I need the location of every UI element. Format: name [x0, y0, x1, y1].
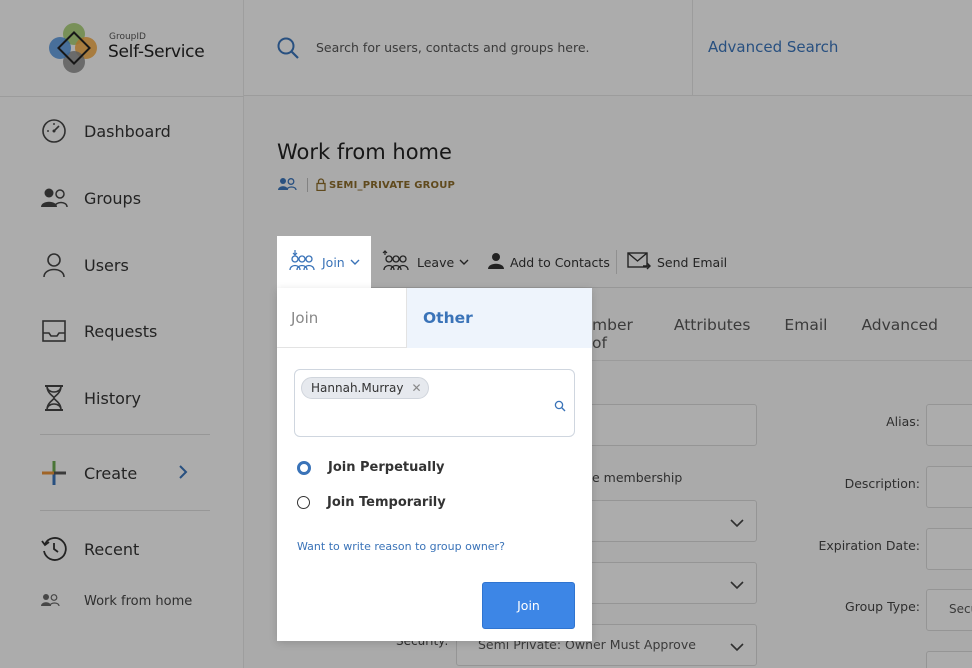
radio-selected[interactable]	[297, 460, 311, 475]
radio-join-temporarily[interactable]: Join Temporarily	[297, 495, 446, 510]
app-logo[interactable]: GroupID Self-Service	[46, 20, 216, 76]
page-title: Work from home	[277, 140, 452, 164]
remove-chip-icon[interactable]: ✕	[411, 381, 421, 395]
groups-icon	[40, 592, 60, 611]
sidebar-item-history[interactable]: History	[40, 383, 141, 413]
inbox-icon	[40, 317, 68, 345]
groups-icon	[277, 176, 297, 195]
extra-field[interactable]	[926, 651, 972, 668]
user-picker-input[interactable]: Hannah.Murray ✕	[294, 369, 575, 437]
alias-label: Alias:	[886, 414, 920, 429]
sidebar-create-label: Create	[84, 463, 138, 483]
recent-item[interactable]: Work from home	[40, 592, 192, 611]
search-icon[interactable]	[554, 397, 566, 416]
tab-attributes[interactable]: Attributes	[674, 316, 751, 352]
group-type-select[interactable]: Secu	[926, 589, 972, 631]
contact-icon	[487, 252, 505, 273]
group-type-label: Group Type:	[845, 599, 920, 614]
leave-group-icon	[381, 249, 411, 275]
sidebar-item-dashboard[interactable]: Dashboard	[40, 116, 171, 146]
popup-tabs: Join Other	[277, 288, 592, 348]
send-email-label: Send Email	[657, 254, 728, 270]
chevron-down-icon	[729, 638, 745, 657]
history-clock-icon	[40, 535, 68, 563]
tabs-underline	[592, 360, 972, 361]
user-chip: Hannah.Murray ✕	[301, 377, 429, 399]
join-label: Join	[322, 254, 345, 270]
header-divider	[692, 0, 693, 96]
join-submit-button[interactable]: Join	[482, 582, 575, 629]
chevron-down-icon	[349, 255, 361, 270]
sidebar-item-label: Groups	[84, 188, 142, 208]
groups-icon	[40, 184, 68, 212]
plus-icon	[40, 459, 68, 487]
global-search-input[interactable]	[316, 34, 676, 60]
tab-email[interactable]: Email	[784, 316, 827, 352]
tab-other[interactable]: Other	[407, 288, 592, 348]
meta-divider	[307, 178, 308, 192]
leave-label: Leave	[417, 254, 455, 270]
sidebar-top-divider	[0, 96, 244, 97]
sidebar-recent-label: Recent	[84, 539, 140, 559]
group-meta: SEMI_PRIVATE GROUP	[277, 176, 455, 194]
join-dropdown-button[interactable]: Join	[277, 236, 371, 288]
sidebar-item-users[interactable]: Users	[40, 250, 129, 280]
brand-small: GroupID	[109, 32, 146, 42]
radio-unselected[interactable]	[297, 496, 310, 509]
user-chip-label: Hannah.Murray	[311, 381, 404, 395]
sidebar: GroupID Self-Service Dashboard Groups Us…	[0, 0, 244, 668]
alias-field[interactable]	[926, 404, 972, 446]
advanced-search-link[interactable]: Advanced Search	[708, 38, 838, 56]
user-icon	[40, 251, 68, 279]
sidebar-item-requests[interactable]: Requests	[40, 316, 157, 346]
group-tabs: mber of Attributes Email Advanced	[592, 316, 972, 352]
write-reason-link[interactable]: Want to write reason to group owner?	[297, 540, 505, 553]
description-field[interactable]	[926, 466, 972, 508]
group-type-value: Secu	[949, 602, 972, 616]
sidebar-item-label: Requests	[84, 321, 158, 341]
hourglass-icon	[40, 384, 68, 412]
chevron-down-icon	[729, 514, 745, 533]
sidebar-item-label: Dashboard	[84, 121, 171, 141]
radio-join-perpetually[interactable]: Join Perpetually	[297, 460, 445, 475]
search-icon[interactable]	[276, 36, 300, 64]
dashboard-icon	[40, 117, 68, 145]
brand-name: Self-Service	[108, 42, 205, 62]
toolbar-divider	[616, 250, 617, 274]
sidebar-item-label: Users	[84, 255, 129, 275]
chevron-down-icon	[729, 576, 745, 595]
add-to-contacts-button[interactable]: Add to Contacts	[487, 236, 610, 288]
join-popup: Join Other Hannah.Murray ✕ Join Perpetua…	[277, 288, 592, 641]
radio-label: Join Perpetually	[328, 460, 445, 475]
tab-member-of[interactable]: mber of	[592, 316, 640, 352]
tab-advanced[interactable]: Advanced	[861, 316, 938, 352]
chevron-down-icon	[458, 255, 470, 270]
sidebar-divider	[40, 434, 210, 435]
radio-label: Join Temporarily	[327, 495, 446, 510]
group-toolbar: Leave Add to Contacts Send Email	[277, 236, 972, 288]
sidebar-divider	[40, 510, 210, 511]
sidebar-item-groups[interactable]: Groups	[40, 183, 141, 213]
tab-join[interactable]: Join	[277, 288, 407, 348]
top-header: Advanced Search	[244, 0, 972, 96]
sidebar-item-create[interactable]: Create	[40, 458, 137, 488]
send-email-button[interactable]: Send Email	[627, 236, 727, 288]
leave-button[interactable]: Leave	[381, 236, 470, 288]
sidebar-item-recent[interactable]: Recent	[40, 534, 139, 564]
membership-text: e membership	[592, 470, 683, 485]
chevron-right-icon[interactable]	[176, 462, 190, 486]
expiration-label: Expiration Date:	[818, 538, 920, 553]
description-label: Description:	[844, 476, 920, 491]
recent-item-label: Work from home	[84, 594, 193, 609]
add-to-contacts-label: Add to Contacts	[510, 254, 610, 270]
expiration-field[interactable]	[926, 528, 972, 570]
email-icon	[627, 251, 651, 274]
sidebar-item-label: History	[84, 388, 141, 408]
lock-icon	[316, 176, 326, 195]
join-group-icon	[287, 249, 317, 275]
group-type-badge: SEMI_PRIVATE GROUP	[329, 179, 456, 191]
logo-mark-icon	[49, 23, 97, 73]
